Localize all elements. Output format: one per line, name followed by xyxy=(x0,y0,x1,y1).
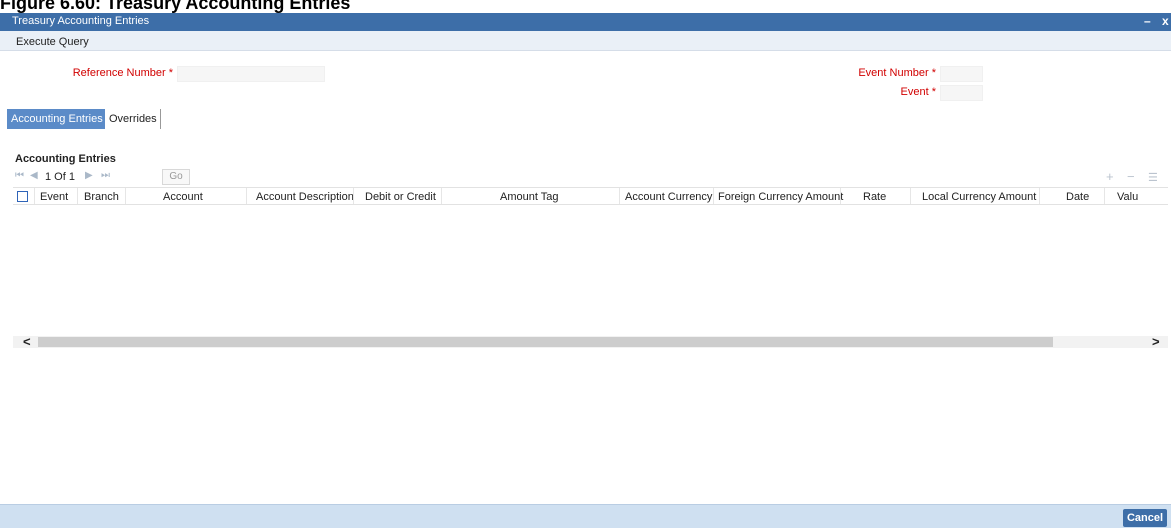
column-separator xyxy=(34,188,35,204)
col-amount-tag[interactable]: Amount Tag xyxy=(500,191,559,203)
tab-overrides[interactable]: Overrides xyxy=(105,109,161,129)
reference-number-field[interactable] xyxy=(177,66,325,82)
column-separator xyxy=(1104,188,1105,204)
footer-bar: Cancel xyxy=(0,504,1171,528)
previous-page-icon[interactable]: ◀ xyxy=(30,170,38,181)
cancel-button[interactable]: Cancel xyxy=(1123,509,1167,527)
next-page-icon[interactable]: ▶ xyxy=(85,170,93,181)
col-account[interactable]: Account xyxy=(163,191,203,203)
column-separator xyxy=(353,188,354,204)
figure-caption: Figure 6.60: Treasury Accounting Entries xyxy=(0,0,351,13)
col-rate[interactable]: Rate xyxy=(863,191,886,203)
column-separator xyxy=(1039,188,1040,204)
col-account-description[interactable]: Account Description xyxy=(256,191,354,203)
column-separator xyxy=(840,188,841,204)
single-view-icon[interactable]: ☰ xyxy=(1148,171,1158,184)
col-date[interactable]: Date xyxy=(1066,191,1089,203)
event-label: Event * xyxy=(900,86,936,98)
menu-bar: Execute Query xyxy=(0,31,1171,51)
last-page-icon[interactable]: ⏭ xyxy=(101,170,110,181)
event-number-field[interactable] xyxy=(940,66,983,82)
col-branch[interactable]: Branch xyxy=(84,191,119,203)
scroll-left-icon[interactable]: < xyxy=(23,334,31,349)
col-foreign-currency-amount[interactable]: Foreign Currency Amount xyxy=(718,191,843,203)
horizontal-scrollbar[interactable]: < > xyxy=(13,334,1168,349)
delete-row-icon[interactable]: − xyxy=(1127,169,1135,184)
close-icon[interactable]: x xyxy=(1162,14,1169,28)
grid-pager: ⏮ ◀ 1 Of 1 ▶ ⏭ Go + − ☰ xyxy=(15,169,1170,185)
column-separator xyxy=(77,188,78,204)
grid-header: Event Branch Account Account Description… xyxy=(13,187,1168,205)
scrollbar-thumb[interactable] xyxy=(38,337,1053,347)
scroll-right-icon[interactable]: > xyxy=(1152,334,1160,349)
event-number-label: Event Number * xyxy=(858,67,936,79)
column-separator xyxy=(619,188,620,204)
column-separator xyxy=(910,188,911,204)
select-all-checkbox[interactable] xyxy=(17,191,28,202)
accounting-entries-title: Accounting Entries xyxy=(15,153,116,165)
column-separator xyxy=(125,188,126,204)
reference-number-label: Reference Number * xyxy=(72,67,173,79)
event-field[interactable] xyxy=(940,85,983,101)
window-titlebar: Treasury Accounting Entries – x xyxy=(0,13,1171,31)
execute-query-button[interactable]: Execute Query xyxy=(16,36,89,48)
column-separator xyxy=(713,188,714,204)
tab-accounting-entries[interactable]: Accounting Entries xyxy=(7,109,105,129)
first-page-icon[interactable]: ⏮ xyxy=(15,170,24,181)
column-separator xyxy=(441,188,442,204)
col-event[interactable]: Event xyxy=(40,191,68,203)
add-row-icon[interactable]: + xyxy=(1106,169,1114,184)
col-value-date[interactable]: Valu xyxy=(1117,191,1138,203)
col-account-currency[interactable]: Account Currency xyxy=(625,191,712,203)
col-debit-or-credit[interactable]: Debit or Credit xyxy=(365,191,436,203)
col-local-currency-amount[interactable]: Local Currency Amount xyxy=(922,191,1036,203)
page-indicator: 1 Of 1 xyxy=(45,171,75,183)
minimize-icon[interactable]: – xyxy=(1144,14,1151,28)
window-title: Treasury Accounting Entries xyxy=(12,15,150,27)
column-separator xyxy=(246,188,247,204)
go-button[interactable]: Go xyxy=(162,169,190,185)
